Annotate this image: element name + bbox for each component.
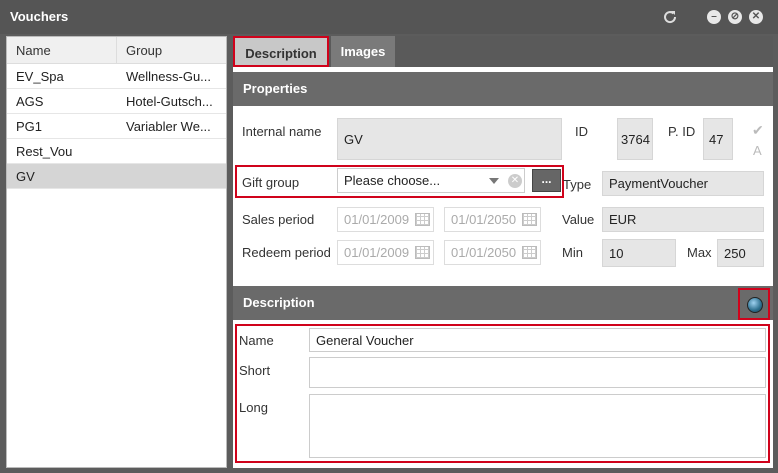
language-button[interactable]: [738, 288, 770, 320]
desc-long-label: Long: [239, 400, 268, 415]
max-field[interactable]: 250: [717, 239, 764, 267]
browse-gift-group-button[interactable]: ...: [532, 169, 561, 192]
min-field[interactable]: 10: [602, 239, 676, 267]
calendar-icon[interactable]: [415, 213, 430, 226]
list-row-selected[interactable]: GV: [7, 164, 226, 189]
tab-description[interactable]: Description: [233, 36, 329, 67]
description-header: Description: [233, 286, 773, 320]
title-bar: Vouchers – ⊘ ✕: [0, 0, 778, 34]
list-row[interactable]: Rest_Vou: [7, 139, 226, 164]
desc-long-field[interactable]: [309, 394, 766, 458]
type-field[interactable]: PaymentVoucher: [602, 171, 764, 196]
desc-name-label: Name: [239, 333, 274, 348]
internal-name-field[interactable]: GV: [337, 118, 562, 160]
refresh-icon[interactable]: [662, 9, 678, 25]
id-field[interactable]: 3764: [617, 118, 653, 160]
row-name: Rest_Vou: [16, 144, 73, 159]
list-row[interactable]: EV_Spa Wellness-Gu...: [7, 64, 226, 89]
list-row[interactable]: AGS Hotel-Gutsch...: [7, 89, 226, 114]
pid-field[interactable]: 47: [703, 118, 733, 160]
desc-short-field[interactable]: [309, 357, 766, 388]
row-name: PG1: [16, 119, 43, 134]
value-label: Value: [562, 212, 595, 227]
vouchers-window: Vouchers – ⊘ ✕ Name Group EV_Spa Wellnes…: [0, 0, 778, 473]
sales-period-label: Sales period: [242, 212, 315, 227]
voucher-list: Name Group EV_Spa Wellness-Gu... AGS Hot…: [6, 36, 227, 468]
row-group: Variabler We...: [126, 119, 211, 134]
globe-icon: [747, 297, 763, 313]
gift-group-label: Gift group: [242, 175, 300, 190]
type-label: Type: [563, 177, 592, 192]
column-header-group[interactable]: Group: [117, 37, 227, 64]
active-checkbox[interactable]: ✔: [752, 122, 766, 138]
properties-header: Properties: [233, 72, 773, 106]
close-icon[interactable]: ✕: [749, 10, 763, 24]
chevron-down-icon[interactable]: [489, 178, 499, 184]
list-header: Name Group: [7, 37, 226, 64]
gift-group-select[interactable]: Please choose... ✕: [337, 168, 525, 193]
max-label: Max: [687, 245, 712, 260]
clear-icon[interactable]: ✕: [508, 174, 522, 188]
desc-short-label: Short: [239, 363, 271, 378]
redeem-period-label: Redeem period: [242, 245, 331, 260]
restore-icon[interactable]: ⊘: [728, 10, 742, 24]
calendar-icon[interactable]: [522, 213, 537, 226]
row-name: AGS: [16, 94, 44, 109]
minimize-icon[interactable]: –: [707, 10, 721, 24]
min-label: Min: [562, 245, 583, 260]
row-name: EV_Spa: [16, 69, 64, 84]
id-label: ID: [575, 124, 588, 139]
value-field[interactable]: EUR: [602, 207, 764, 232]
row-group: Wellness-Gu...: [126, 69, 212, 84]
list-row[interactable]: PG1 Variabler We...: [7, 114, 226, 139]
internal-name-label: Internal name: [242, 124, 322, 139]
tab-images[interactable]: Images: [331, 36, 395, 67]
gift-group-value: Please choose...: [344, 173, 441, 188]
detail-panel: Description Images Properties Internal n…: [233, 36, 773, 468]
properties-title: Properties: [243, 81, 308, 96]
active-label: A: [753, 143, 762, 158]
calendar-icon[interactable]: [522, 246, 537, 259]
calendar-icon[interactable]: [415, 246, 430, 259]
tab-bar: Description Images: [233, 36, 773, 67]
row-group: Hotel-Gutsch...: [126, 94, 213, 109]
description-title: Description: [243, 295, 315, 310]
desc-name-field[interactable]: General Voucher: [309, 328, 766, 352]
window-title: Vouchers: [10, 9, 69, 24]
row-name: GV: [16, 169, 35, 184]
pid-label: P. ID: [668, 124, 696, 139]
column-header-name[interactable]: Name: [7, 37, 117, 64]
